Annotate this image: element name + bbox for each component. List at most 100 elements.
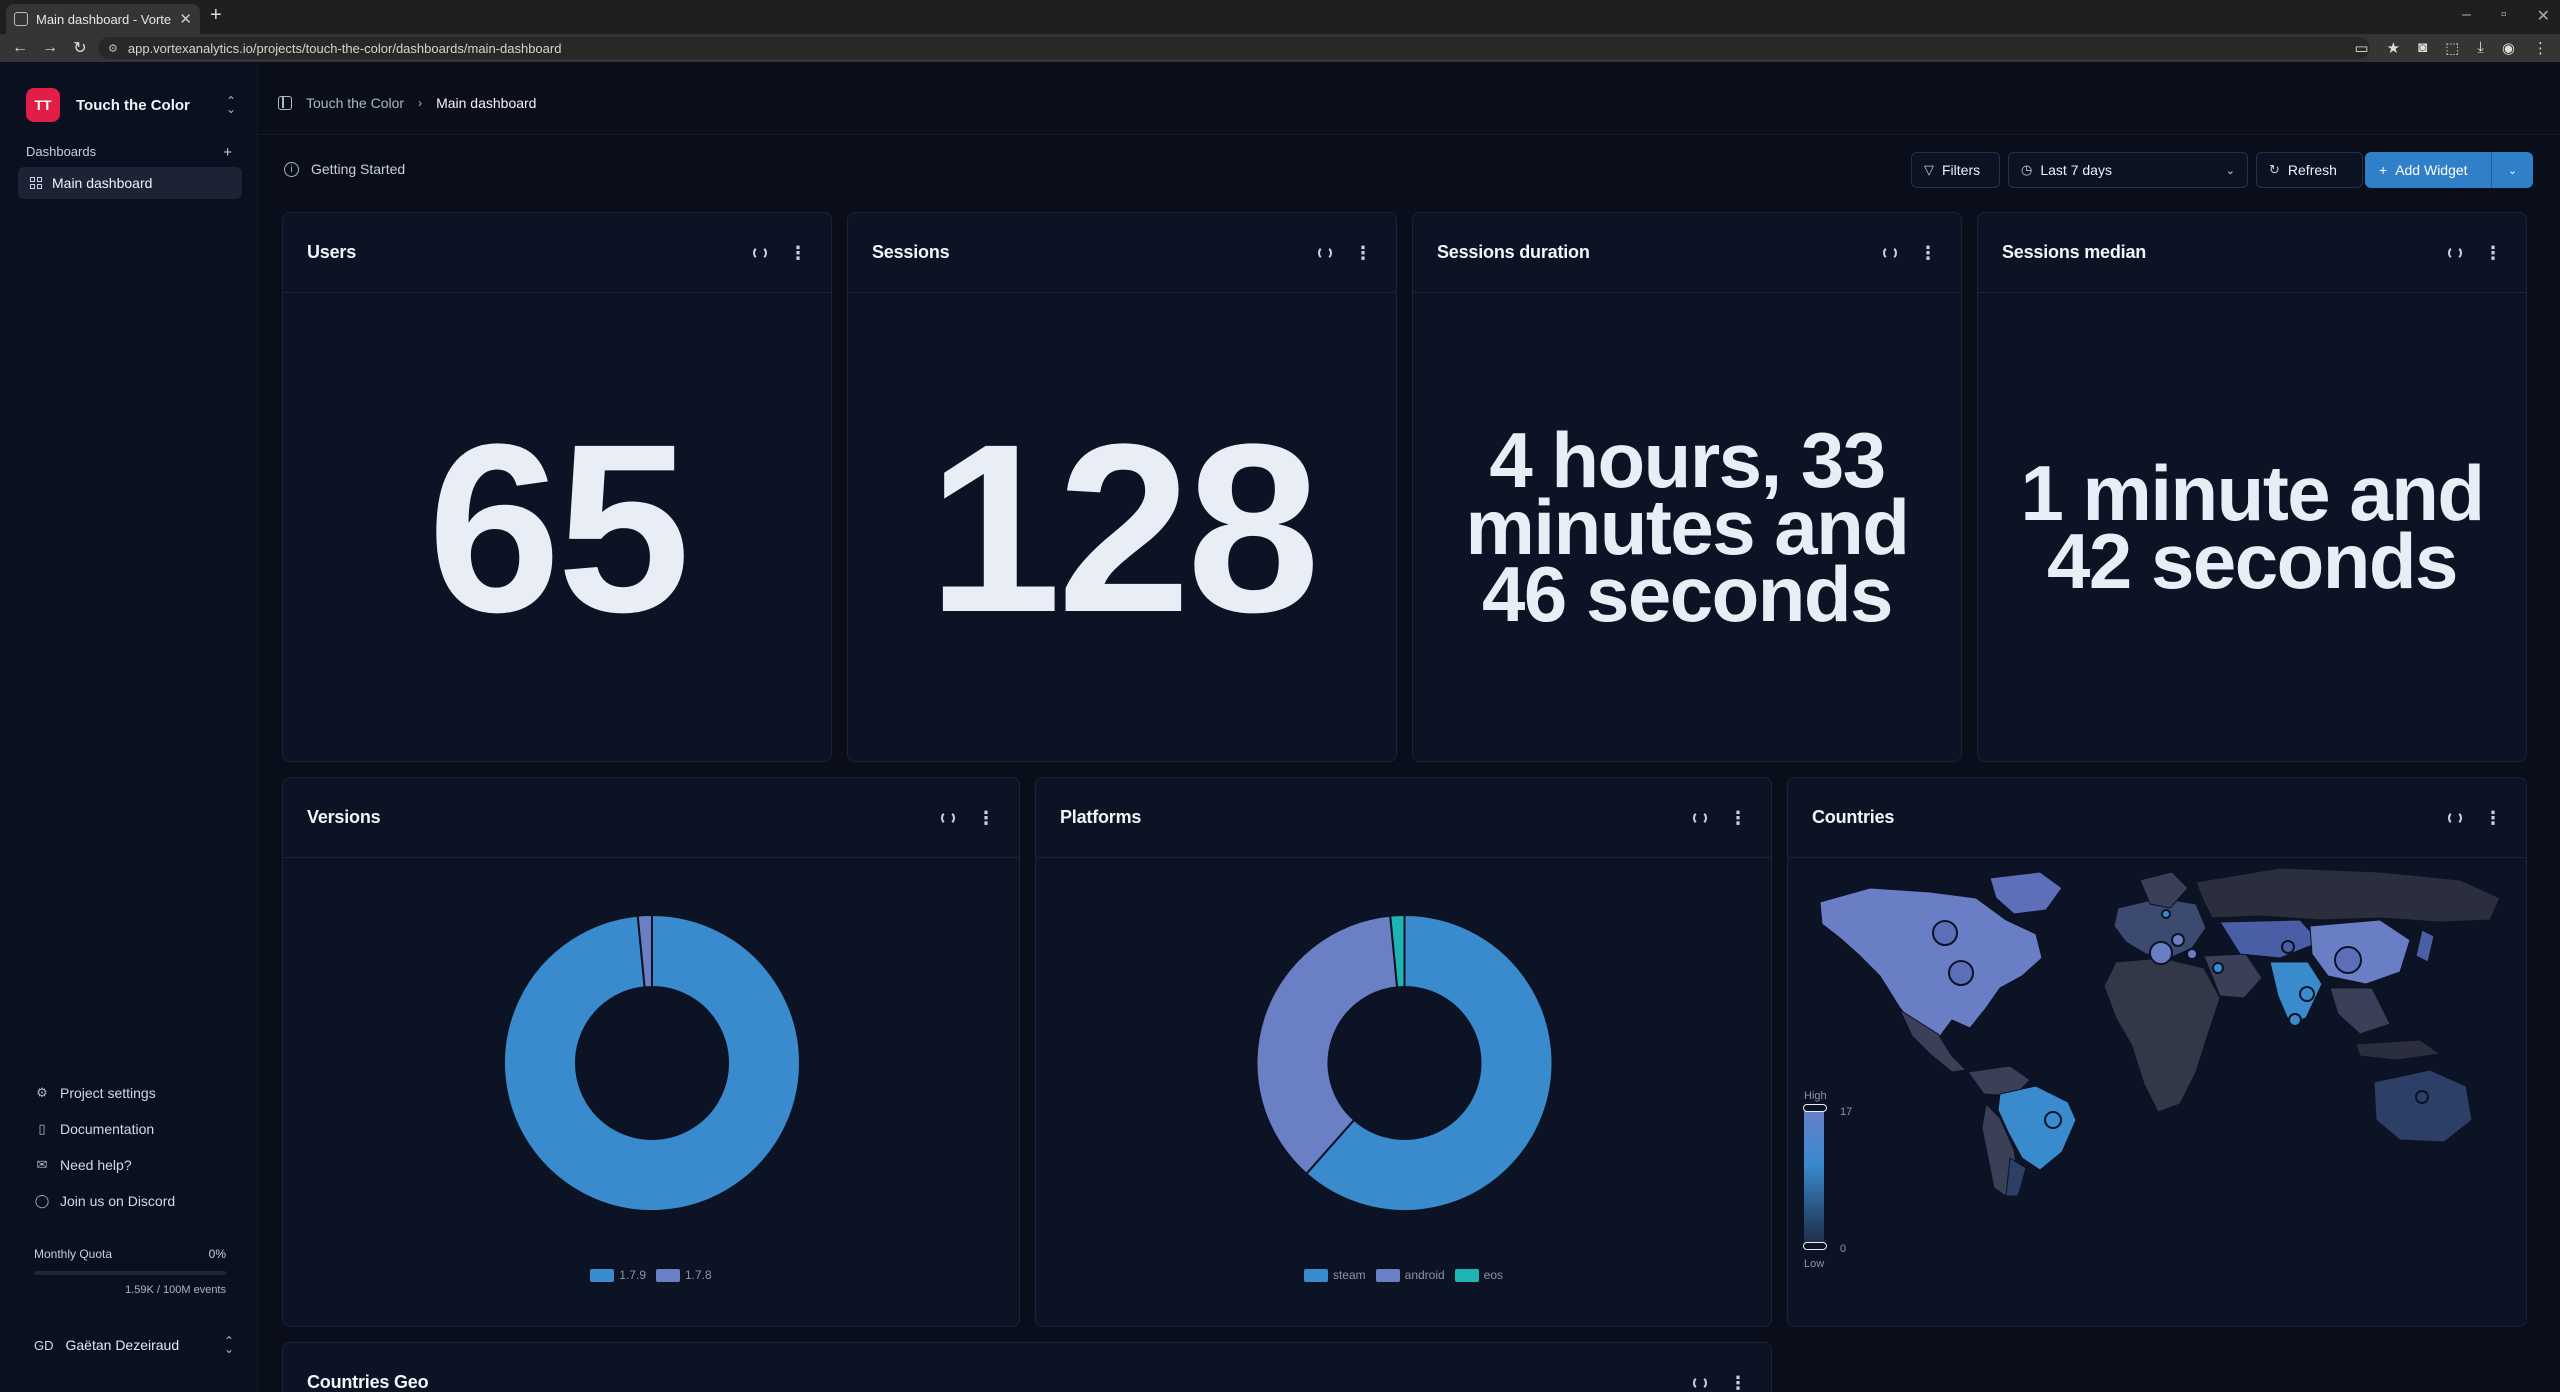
map-marker <box>2281 940 2295 954</box>
platforms-donut-chart <box>1255 913 1554 1212</box>
browser-toolbar-icons: ▭ ★ ◙ ⬚ ⤓ ◉ ⋮ <box>2354 39 2548 57</box>
add-widget-dropdown-chevron-icon[interactable]: ⌄ <box>2491 152 2533 188</box>
sidebar-toggle-icon[interactable] <box>278 96 292 110</box>
legend-item[interactable]: eos <box>1454 1268 1503 1282</box>
widget-title: Countries Geo <box>307 1372 429 1392</box>
widget-menu-icon[interactable]: ⋮ <box>1919 244 1937 262</box>
breadcrumb: Touch the Color › Main dashboard <box>278 95 536 111</box>
widget-refresh-icon[interactable] <box>1693 1375 1707 1390</box>
project-settings-link[interactable]: ⚙ Project settings <box>34 1084 175 1102</box>
documentation-link[interactable]: ▯ Documentation <box>34 1120 175 1138</box>
browser-menu-icon[interactable]: ⋮ <box>2533 39 2548 57</box>
download-icon[interactable]: ⤓ <box>2477 39 2484 57</box>
forward-icon[interactable]: → <box>40 39 60 57</box>
link-label: Need help? <box>60 1157 132 1173</box>
gear-icon: ⚙ <box>36 1085 48 1100</box>
chat-icon: ◯ <box>34 1193 50 1208</box>
date-range-select[interactable]: ◷ Last 7 days ⌄ <box>2008 152 2248 188</box>
map-marker <box>2288 1013 2302 1027</box>
widget-title: Sessions median <box>2002 242 2147 262</box>
dashboard-grid-icon <box>30 177 42 189</box>
legend-item[interactable]: 1.7.9 <box>590 1268 646 1282</box>
close-window-icon[interactable]: ✕ <box>2537 6 2550 26</box>
sidebar-item-main-dashboard[interactable]: Main dashboard <box>18 167 242 199</box>
versions-donut-chart <box>503 913 801 1212</box>
legend-label: 1.7.9 <box>619 1268 646 1282</box>
widget-refresh-icon[interactable] <box>753 245 767 260</box>
breadcrumb-project[interactable]: Touch the Color <box>306 95 404 111</box>
chevron-right-icon: › <box>418 96 423 110</box>
legend-item[interactable]: android <box>1375 1268 1445 1282</box>
legend-swatch <box>1303 1268 1328 1282</box>
filters-button[interactable]: ▽ Filters <box>1911 152 2000 188</box>
profile-icon[interactable]: ◉ <box>2502 39 2515 57</box>
camera-icon[interactable]: ◙ <box>2418 39 2427 57</box>
chevron-updown-icon: ⌃ ⌄ <box>225 94 236 116</box>
add-widget-button[interactable]: + Add Widget ⌄ <box>2365 152 2533 188</box>
widget-menu-icon[interactable]: ⋮ <box>789 244 807 262</box>
scale-min-handle[interactable] <box>1803 1242 1827 1250</box>
scale-max-handle[interactable] <box>1803 1104 1827 1112</box>
link-label: Project settings <box>60 1085 156 1101</box>
sidebar-item-label: Main dashboard <box>52 175 153 191</box>
project-name: Touch the Color <box>76 96 190 114</box>
add-dashboard-icon[interactable]: + <box>223 144 232 161</box>
legend-swatch <box>656 1268 680 1282</box>
legend-item[interactable]: steam <box>1303 1268 1366 1282</box>
getting-started-link[interactable]: i Getting Started <box>284 161 405 177</box>
bookmark-star-icon[interactable]: ★ <box>2387 39 2400 57</box>
filters-label: Filters <box>1942 162 1981 178</box>
refresh-icon: ↻ <box>2269 162 2280 177</box>
widget-refresh-icon[interactable] <box>1318 245 1332 260</box>
cast-icon[interactable]: ▭ <box>2354 39 2368 57</box>
tab-close-icon[interactable]: ✕ <box>179 10 192 28</box>
legend-item[interactable]: 1.7.8 <box>656 1268 712 1282</box>
widget-menu-icon[interactable]: ⋮ <box>2484 244 2502 262</box>
legend-label: android <box>1404 1268 1445 1282</box>
versions-legend: 1.7.9 1.7.8 <box>283 1268 1019 1282</box>
info-icon: i <box>284 161 299 177</box>
extensions-icon[interactable]: ⬚ <box>2445 39 2459 57</box>
sessions-median-widget: Sessions median ⋮ 1 minute and 42 second… <box>1977 212 2527 762</box>
scale-max-value: 17 <box>1840 1106 1853 1118</box>
discord-link[interactable]: ◯ Join us on Discord <box>34 1192 175 1210</box>
url-bar[interactable]: ⚙ app.vortexanalytics.io/projects/touch-… <box>98 37 2370 59</box>
versions-widget: Versions ⋮ 1.7.9 1.7.8 <box>282 777 1020 1327</box>
user-menu[interactable]: GD Gaëtan Dezeiraud ⌃ ⌄ <box>34 1334 234 1356</box>
platforms-legend: steam android eos <box>1036 1268 1771 1282</box>
maximize-icon[interactable]: ▫ <box>2501 6 2507 26</box>
world-map <box>1800 858 2516 1198</box>
project-switcher[interactable]: TT Touch the Color ⌃ ⌄ <box>26 88 236 122</box>
chevron-updown-icon: ⌃ ⌄ <box>223 1334 234 1356</box>
site-info-icon[interactable]: ⚙ <box>108 42 118 55</box>
scale-gradient <box>1804 1108 1824 1246</box>
widget-menu-icon[interactable]: ⋮ <box>1729 1374 1747 1392</box>
sidebar-footer-links: ⚙ Project settings ▯ Documentation ✉ Nee… <box>34 1084 175 1210</box>
favicon-icon <box>14 12 28 26</box>
widget-refresh-icon[interactable] <box>2448 245 2462 260</box>
widget-menu-icon[interactable]: ⋮ <box>1354 244 1372 262</box>
sessions-median-value: 1 minute and 42 seconds <box>2020 449 2485 605</box>
legend-label: steam <box>1332 1268 1366 1282</box>
back-icon[interactable]: ← <box>10 39 30 57</box>
scale-low-label: Low <box>1804 1258 1825 1270</box>
new-tab-icon[interactable]: + <box>210 4 222 27</box>
dashboards-label: Dashboards <box>26 144 97 159</box>
add-widget-main[interactable]: + Add Widget <box>2365 152 2491 188</box>
widget-refresh-icon[interactable] <box>1883 245 1897 260</box>
header-divider <box>258 134 2560 135</box>
reload-icon[interactable]: ↻ <box>70 38 90 58</box>
add-widget-label: Add Widget <box>2395 162 2468 178</box>
legend-swatch <box>1375 1268 1400 1282</box>
getting-started-label: Getting Started <box>311 161 406 177</box>
countries-widget: Countries ⋮ High 17 0 Low <box>1787 777 2527 1327</box>
need-help-link[interactable]: ✉ Need help? <box>34 1156 175 1174</box>
widget-refresh-icon[interactable] <box>2448 810 2462 825</box>
map-marker <box>1932 920 1958 946</box>
widget-menu-icon[interactable]: ⋮ <box>2484 809 2502 827</box>
browser-tab[interactable]: Main dashboard - Vortex ✕ <box>6 4 200 34</box>
minimize-icon[interactable]: – <box>2462 6 2471 26</box>
quota-events: 1.59K / 100M events <box>125 1284 226 1296</box>
refresh-button[interactable]: ↻ Refresh <box>2256 152 2363 188</box>
map-marker <box>2299 986 2315 1002</box>
